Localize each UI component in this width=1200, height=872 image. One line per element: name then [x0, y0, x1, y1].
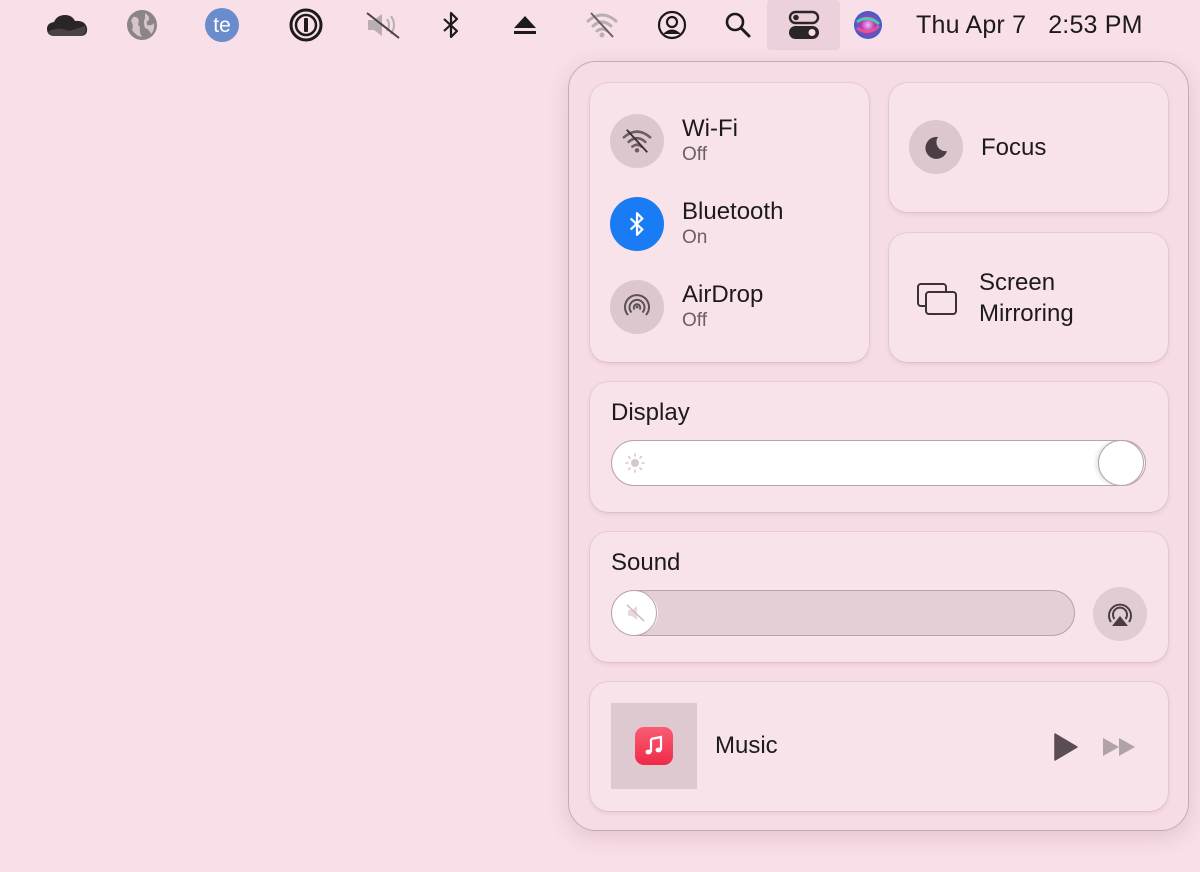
menu-bar: te Thu Apr 7 2:53 PM	[0, 0, 1200, 50]
screen-mirroring-label-line2: Mirroring	[979, 300, 1074, 327]
svg-text:te: te	[213, 14, 231, 37]
fast-forward-button[interactable]	[1101, 736, 1139, 763]
moon-icon	[909, 120, 963, 174]
screen-mirroring-icon	[915, 278, 959, 318]
sun-icon	[625, 453, 645, 478]
bluetooth-label: Bluetooth	[682, 198, 784, 225]
brightness-slider[interactable]	[611, 440, 1146, 486]
menu-bar-date: Thu Apr 7	[916, 10, 1027, 39]
te-app-icon[interactable]: te	[200, 0, 244, 50]
music-note-icon	[635, 727, 673, 765]
bluetooth-icon[interactable]	[610, 197, 664, 251]
user-account-icon[interactable]	[652, 0, 692, 50]
now-playing-app: Music	[715, 732, 778, 759]
control-center-icon[interactable]	[767, 0, 840, 50]
album-artwork[interactable]	[611, 703, 697, 789]
screen-mirroring-label-line1: Screen	[979, 269, 1056, 296]
display-tile: Display	[590, 382, 1168, 512]
connectivity-tile: Wi-Fi Off Bluetooth On AirDrop Off	[590, 83, 869, 362]
wifi-off-icon[interactable]	[610, 114, 664, 168]
globe-icon[interactable]	[120, 0, 164, 50]
eject-icon[interactable]	[508, 0, 542, 50]
speaker-muted-icon	[625, 603, 647, 628]
brightness-slider-knob[interactable]	[1098, 441, 1144, 485]
bluetooth-icon[interactable]	[436, 0, 466, 50]
now-playing-tile: Music	[590, 682, 1168, 811]
fast-forward-icon	[1103, 738, 1135, 756]
spotlight-search-icon[interactable]	[720, 0, 756, 50]
menu-bar-time: 2:53 PM	[1048, 10, 1143, 39]
airdrop-status: Off	[682, 310, 707, 331]
focus-label: Focus	[981, 133, 1047, 161]
wifi-status: Off	[682, 144, 707, 165]
volume-slider[interactable]	[611, 590, 1075, 636]
sound-tile: Sound	[590, 532, 1168, 662]
focus-tile[interactable]: Focus	[889, 83, 1168, 212]
wifi-label: Wi-Fi	[682, 115, 738, 142]
bluetooth-status: On	[682, 227, 708, 248]
airdrop-icon[interactable]	[610, 280, 664, 334]
airdrop-label: AirDrop	[682, 281, 764, 308]
control-center-panel: Wi-Fi Off Bluetooth On AirDrop Off Focus…	[568, 61, 1189, 831]
bluetooth-toggle[interactable]: Bluetooth On	[610, 197, 783, 251]
wifi-toggle[interactable]: Wi-Fi Off	[610, 114, 738, 168]
display-title: Display	[611, 399, 690, 426]
airdrop-toggle[interactable]: AirDrop Off	[610, 280, 763, 334]
onedrive-cloud-icon[interactable]	[42, 0, 92, 50]
menu-bar-clock[interactable]: Thu Apr 7 2:53 PM	[916, 0, 1143, 50]
play-icon	[1054, 733, 1078, 761]
airplay-audio-icon	[1108, 603, 1132, 626]
wifi-off-icon[interactable]	[582, 0, 622, 50]
airplay-audio-button[interactable]	[1093, 587, 1147, 641]
sound-title: Sound	[611, 549, 681, 576]
screen-mirroring-tile[interactable]: Screen Mirroring	[889, 233, 1168, 362]
brightness-slider-fill	[612, 441, 1145, 485]
1password-icon[interactable]	[284, 0, 328, 50]
sound-muted-icon[interactable]	[360, 0, 406, 50]
play-button[interactable]	[1052, 732, 1080, 767]
siri-icon[interactable]	[850, 0, 886, 50]
